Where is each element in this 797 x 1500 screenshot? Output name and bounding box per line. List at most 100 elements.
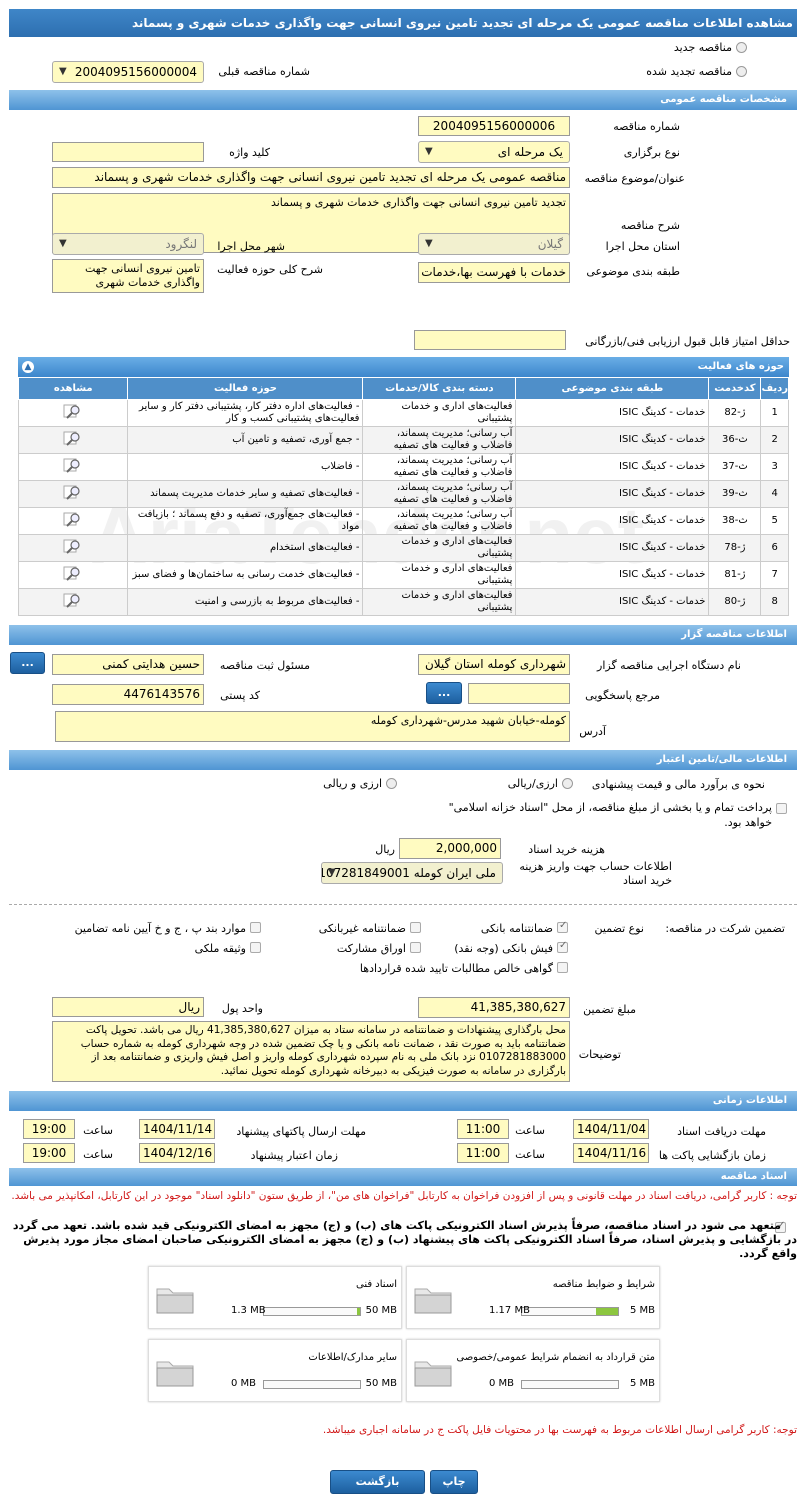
chk-bank-receipt-label: فیش بانکی (وجه نقد) <box>454 942 553 955</box>
tender-number-field[interactable]: 2004095156000006 <box>418 116 570 136</box>
table-row: 4 ث-39 خدمات - کدینگ ISIC آب رسانی؛ مدیریت … <box>17 480 789 508</box>
category-field[interactable]: خدمات با فهرست بها،خدمات <box>418 262 570 283</box>
document-progress-bar <box>521 1307 619 1316</box>
province-select[interactable]: گیلان ▼ <box>418 233 570 255</box>
magnifier-icon[interactable] <box>63 403 83 419</box>
chk-claims-cert[interactable] <box>557 962 568 973</box>
service-code-cell: ژ-81 <box>708 561 762 589</box>
prev-tender-select[interactable]: 2004095156000004 ▼ <box>52 61 204 83</box>
chk-bank-guarantee[interactable] <box>557 920 568 933</box>
description-label: شرح مناقصه <box>620 219 680 232</box>
radio-new-tender[interactable] <box>736 42 747 53</box>
page-title: مشاهده اطلاعات مناقصه عمومی یک مرحله ای … <box>9 9 797 37</box>
magnifier-icon[interactable] <box>63 592 83 608</box>
document-card[interactable]: متن قرارداد به انضمام شرایط عمومی/خصوصی 5… <box>406 1339 660 1402</box>
document-card[interactable]: سایر مدارک/اطلاعات 50 MB 0 MB <box>148 1339 402 1402</box>
select-ref-button[interactable]: ... <box>426 682 462 704</box>
print-button[interactable]: چاپ <box>430 1470 478 1494</box>
keyword-label: کلید واژه <box>229 146 270 159</box>
postal-field[interactable]: 4476143576 <box>52 684 204 705</box>
notes-field[interactable]: محل بارگذاری پیشنهادات و ضمانتنامه در سا… <box>52 1021 570 1082</box>
collapse-icon[interactable]: ▲ <box>22 361 34 373</box>
document-progress-bar <box>263 1307 361 1316</box>
magnifier-icon[interactable] <box>63 538 83 554</box>
radio-renewed-tender[interactable] <box>736 66 747 77</box>
section-docs-header: اسناد مناقصه <box>9 1168 797 1186</box>
receive-date-field[interactable]: 1404/11/04 <box>573 1119 649 1139</box>
area-cell: - فعالیت‌های اداره دفتر کار، پشتیبانی دف… <box>127 399 364 427</box>
receive-time-label: ساعت <box>515 1124 545 1137</box>
document-max-size: 5 MB <box>629 1378 655 1389</box>
address-field[interactable]: کومله-خیابان شهید مدرس-شهرداری کومله <box>55 711 570 742</box>
category-cell: خدمات - کدینگ ISIC <box>515 561 710 589</box>
org-field[interactable]: شهرداری کومله استان گیلان <box>418 654 570 675</box>
doc-fee-field[interactable]: 2,000,000 <box>399 838 501 859</box>
radio-rial-and-foreign[interactable] <box>386 778 397 789</box>
postal-label: کد پستی <box>220 689 260 702</box>
currency-field[interactable]: ریال <box>52 997 204 1017</box>
prev-tender-value: 2004095156000004 <box>74 65 197 79</box>
tender-number-label: شماره مناقصه <box>613 120 680 133</box>
send-time-field[interactable]: 19:00 <box>23 1119 75 1139</box>
valid-date-field[interactable]: 1404/12/16 <box>139 1143 215 1163</box>
chevron-down-icon: ▼ <box>425 146 433 157</box>
document-progress-fill <box>595 1308 618 1315</box>
section-timing-header: اطلاعات زمانی <box>9 1091 797 1111</box>
chk-clause-items[interactable] <box>250 922 261 933</box>
account-select[interactable]: ملی ایران کومله 0107281849001 ▼ <box>321 862 503 884</box>
radio-rial-and-foreign-label: ارزی و ریالی <box>323 777 382 790</box>
resp-label: مسئول ثبت مناقصه <box>219 659 310 672</box>
category-cell: خدمات - کدینگ ISIC <box>515 426 710 454</box>
magnifier-icon[interactable] <box>63 430 83 446</box>
category-label: طبقه بندی موضوعی <box>586 265 680 278</box>
view-cell <box>17 480 129 508</box>
subject-label: عنوان/موضوع مناقصه <box>584 172 685 185</box>
chk-nonbank-guarantee[interactable] <box>410 922 421 933</box>
city-value: لنگرود <box>165 237 197 251</box>
valid-time-field[interactable]: 19:00 <box>23 1143 75 1163</box>
radio-new-label: مناقصه جدید <box>673 41 732 54</box>
receive-time-field[interactable]: 11:00 <box>457 1119 509 1139</box>
table-row: 7 ژ-81 خدمات - کدینگ ISIC فعالیت‌های اداری … <box>17 561 789 589</box>
resp-field[interactable]: حسین هدایتی کمنی <box>52 654 204 675</box>
back-button[interactable]: بازگشت <box>330 1470 425 1494</box>
scope-field[interactable]: تامین نیروی انسانی جهت واگذاری خدمات شهر… <box>52 259 204 293</box>
chk-bank-receipt[interactable] <box>557 940 568 953</box>
magnifier-icon[interactable] <box>63 511 83 527</box>
treasury-checkbox[interactable] <box>776 803 787 814</box>
table-row: 2 ث-36 خدمات - کدینگ ISIC آب رسانی؛ مدیریت … <box>17 426 789 454</box>
open-time-field[interactable]: 11:00 <box>457 1143 509 1163</box>
ref-field[interactable] <box>468 683 570 704</box>
treasury-text: پرداخت تمام و یا بخشی از مبلغ مناقصه، از… <box>448 801 772 829</box>
area-cell: - فعالیت‌های تصفیه و سایر خدمات مدیریت پ… <box>127 480 364 508</box>
chk-bank-guarantee-label: ضمانتنامه بانکی <box>480 922 553 935</box>
select-resp-button[interactable]: ... <box>10 652 45 674</box>
category-cell: خدمات - کدینگ ISIC <box>515 588 710 616</box>
category-cell: خدمات - کدینگ ISIC <box>515 507 710 535</box>
account-value: ملی ایران کومله 0107281849001 <box>322 866 496 880</box>
open-date-field[interactable]: 1404/11/16 <box>573 1143 649 1163</box>
holding-type-select[interactable]: یک مرحله ای ▼ <box>418 141 570 163</box>
send-date-field[interactable]: 1404/11/14 <box>139 1119 215 1139</box>
service-code-cell: ژ-78 <box>708 534 762 562</box>
magnifier-icon[interactable] <box>63 457 83 473</box>
address-label: آدرس <box>579 725 606 738</box>
row-number-cell: 3 <box>760 453 789 481</box>
min-score-field[interactable] <box>414 330 566 350</box>
document-card[interactable]: اسناد فنی 50 MB 1.3 MB <box>148 1266 402 1329</box>
magnifier-icon[interactable] <box>63 484 83 500</box>
magnifier-icon[interactable] <box>63 565 83 581</box>
document-progress-bar <box>521 1380 619 1389</box>
prev-tender-label: شماره مناقصه قبلی <box>218 65 310 78</box>
subject-field[interactable]: مناقصه عمومی یک مرحله ای تجدید تامین نیر… <box>52 167 570 188</box>
table-row: 5 ث-38 خدمات - کدینگ ISIC آب رسانی؛ مدیریت … <box>17 507 789 535</box>
document-card[interactable]: شرایط و ضوابط مناقصه 5 MB 1.17 MB <box>406 1266 660 1329</box>
city-select[interactable]: لنگرود ▼ <box>52 233 204 255</box>
radio-rial-foreign[interactable] <box>562 778 573 789</box>
group-cell: آب رسانی؛ مدیریت پسماند، فاضلاب و فعالیت… <box>362 453 517 481</box>
org-label: نام دستگاه اجرایی مناقصه گزار <box>597 659 741 672</box>
chk-bonds[interactable] <box>410 942 421 953</box>
amount-field[interactable]: 41,385,380,627 <box>418 997 570 1018</box>
keyword-field[interactable] <box>52 142 204 162</box>
chk-property[interactable] <box>250 942 261 953</box>
